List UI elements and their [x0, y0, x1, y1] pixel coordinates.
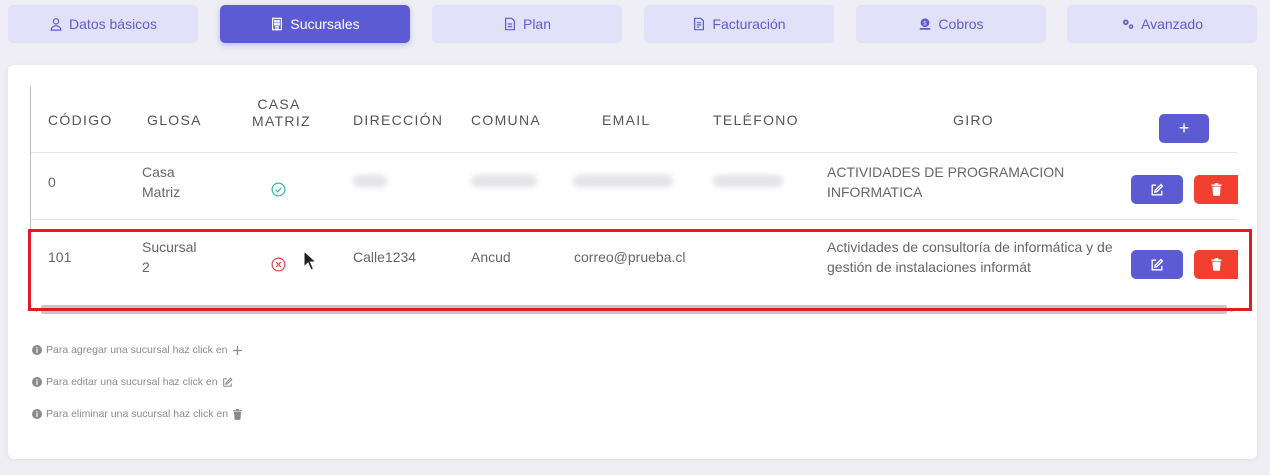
tab-sucursales[interactable]: Sucursales [220, 5, 410, 43]
row-divider [31, 219, 1237, 220]
tab-facturacion[interactable]: Facturación [644, 5, 834, 43]
redacted-email [573, 175, 673, 187]
tab-plan[interactable]: Plan [432, 5, 622, 43]
redacted-direccion [353, 175, 387, 187]
header-casa-matriz-line2: MATRIZ [252, 113, 311, 129]
document-icon [504, 17, 515, 31]
row-highlight-box [28, 229, 1252, 311]
tab-bar: Datos básicos Sucursales Plan Facturació… [8, 5, 1258, 43]
hint-edit-text: Para editar una sucursal haz click en [46, 376, 218, 388]
hint-add-text: Para agregar una sucursal haz click en [46, 344, 228, 356]
money-icon: $ [920, 18, 931, 30]
tab-label: Cobros [938, 16, 984, 32]
delete-branch-button[interactable] [1194, 175, 1238, 204]
edit-icon [222, 377, 233, 387]
trash-icon [233, 408, 242, 420]
header-glosa: GLOSA [147, 112, 202, 128]
cell-giro-line2: INFORMATICA [827, 184, 923, 200]
header-direccion: DIRECCIÓN [353, 112, 444, 128]
tab-label: Avanzado [1140, 16, 1203, 32]
edit-branch-button[interactable] [1131, 175, 1183, 204]
plus-icon [232, 345, 242, 355]
invoice-icon [694, 17, 705, 31]
cell-glosa-line2: Matriz [142, 184, 181, 200]
add-branch-button[interactable]: + [1159, 114, 1209, 143]
mouse-cursor-icon [303, 250, 317, 271]
header-telefono: TELÉFONO [713, 112, 799, 128]
edit-icon [1151, 183, 1164, 195]
svg-text:$: $ [923, 20, 927, 27]
tab-datos-basicos[interactable]: Datos básicos [8, 5, 198, 43]
tab-label: Plan [522, 16, 552, 32]
cell-glosa-line1: Casa [142, 164, 175, 180]
info-icon: i [32, 377, 42, 387]
trash-icon [1210, 183, 1222, 196]
hint-delete: i Para eliminar una sucursal haz click e… [32, 408, 243, 420]
redacted-telefono [713, 175, 783, 187]
hint-delete-text: Para eliminar una sucursal haz click en [46, 408, 229, 420]
info-icon: i [32, 409, 42, 419]
hint-edit: i Para editar una sucursal haz click en [32, 376, 233, 388]
header-email: EMAIL [602, 112, 651, 128]
cell-codigo: 0 [48, 174, 56, 190]
header-codigo: CÓDIGO [48, 112, 113, 128]
header-comuna: COMUNA [471, 112, 542, 128]
user-icon [50, 18, 62, 31]
tab-label: Sucursales [290, 16, 360, 32]
tab-label: Facturación [712, 16, 786, 32]
header-divider [31, 152, 1237, 153]
tab-cobros[interactable]: $ Cobros [856, 5, 1046, 43]
header-casa-matriz-line1: CASA [257, 96, 301, 112]
gears-icon [1122, 19, 1134, 29]
check-circle-icon [271, 182, 286, 197]
building-icon [272, 17, 283, 31]
redacted-comuna [471, 175, 537, 187]
cell-giro-line1: ACTIVIDADES DE PROGRAMACION [827, 164, 1065, 180]
hint-add: i Para agregar una sucursal haz click en [32, 344, 243, 356]
header-giro: GIRO [953, 112, 994, 128]
tab-avanzado[interactable]: Avanzado [1067, 5, 1257, 43]
tab-label: Datos básicos [69, 16, 157, 32]
info-icon: i [32, 345, 42, 355]
